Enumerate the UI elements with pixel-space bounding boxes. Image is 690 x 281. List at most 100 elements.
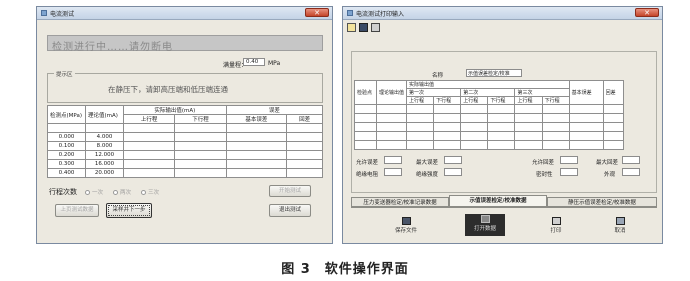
table-header-row: 检测点(MPa) 理论值(mA) 实际输出值(mA) 误差: [47, 105, 324, 124]
table-row: 0.300 16.000: [47, 159, 323, 169]
sealing-label: 密封性: [536, 172, 553, 178]
form-panel: 名称 示值误差检定/校准 检验点 理论输出值 实际输出值 基本误差 回差 第一次…: [351, 51, 657, 193]
pass-first: 第一次: [406, 88, 462, 97]
col-header-basic-error: 基本误差: [568, 80, 604, 105]
sub-header-up: 上行程: [122, 114, 176, 124]
app-icon: [347, 10, 353, 16]
trip-option-thrice-label: 三次: [148, 190, 160, 196]
right-titlebar: 电流测试打印输入: [343, 7, 662, 20]
open-data-icon: [480, 215, 490, 223]
cancel-label: 取消: [614, 228, 626, 234]
cell-theory: 20.000: [85, 168, 124, 178]
allow-hys-label: 允许回差: [532, 160, 555, 166]
tab-indication-error[interactable]: 示值误差检定/校准数据: [449, 195, 547, 207]
left-window: 电流测试 ✕ 检测进行中……请勿断电 满量程： 0.40 MPa 提示区 在静压…: [36, 6, 333, 244]
cell-point: 0.100: [47, 141, 86, 151]
pass-second: 第二次: [460, 88, 516, 97]
sample-next-button[interactable]: 采样并下一步: [106, 203, 152, 218]
table-row: 0.200 12.000: [47, 150, 323, 160]
figure-caption: 图 3 软件操作界面: [281, 262, 409, 277]
cell-point: 0.200: [47, 150, 86, 160]
table-row: [354, 104, 625, 114]
sealing-input[interactable]: [560, 168, 578, 176]
name-value: 示值误差检定/校准: [468, 71, 510, 77]
table-row: [47, 123, 323, 133]
cancel-button[interactable]: 取消: [601, 216, 639, 236]
print-label: 打印: [550, 228, 562, 234]
range-input[interactable]: 0.40: [243, 58, 265, 66]
tab-record-data[interactable]: 压力变送器检定/校准记录数据: [351, 197, 449, 207]
toolbar: [345, 21, 385, 35]
record-header-row: 检验点 理论输出值 实际输出值 基本误差 回差: [354, 80, 625, 105]
allow-err-input[interactable]: [384, 156, 402, 164]
col-header-hysteresis: 回差: [602, 80, 625, 105]
sub-header-basic-error: 基本误差: [225, 114, 288, 124]
cell-theory: 4.000: [85, 132, 124, 142]
status-banner: 检测进行中……请勿断电: [47, 35, 323, 53]
hint-group: 提示区 在静压下，请卸高压端和低压端连通: [47, 70, 323, 103]
table-row: [354, 113, 625, 123]
stroke-down: 下行程: [433, 96, 462, 105]
result-table: 检测点(MPa) 理论值(mA) 实际输出值(mA) 误差 上行程 下行程 基本…: [47, 105, 324, 178]
print-icon[interactable]: [371, 23, 380, 32]
trip-option-twice[interactable]: 两次: [113, 188, 131, 196]
left-titlebar: 电流测试: [37, 7, 332, 20]
cell-theory: 8.000: [85, 141, 124, 151]
range-value: 0.40: [246, 59, 259, 65]
table-row: 0.000 4.000: [47, 132, 323, 142]
open-data-label: 打开数据: [473, 226, 496, 232]
picture-icon[interactable]: [347, 23, 356, 32]
max-hys-input[interactable]: [622, 156, 640, 164]
stroke-up: 上行程: [514, 96, 543, 105]
range-unit: MPa: [268, 60, 281, 67]
col-header-theory: 理论值(mA): [85, 105, 124, 124]
cancel-icon: [615, 217, 625, 225]
cell-point: 0.000: [47, 132, 86, 142]
table-row: 0.100 8.000: [47, 141, 323, 151]
save-file-label: 保存文件: [394, 228, 417, 234]
cell-theory: 12.000: [85, 150, 124, 160]
close-icon[interactable]: ✕: [305, 8, 329, 17]
hint-group-title: 提示区: [54, 70, 75, 78]
stroke-down: 下行程: [541, 96, 570, 105]
table-row: [354, 122, 625, 132]
trip-option-once[interactable]: 一次: [85, 188, 103, 196]
radio-icon: [113, 190, 118, 195]
start-test-button[interactable]: 开始测试: [269, 185, 311, 197]
close-icon[interactable]: ✕: [635, 8, 659, 17]
stroke-up: 上行程: [406, 96, 435, 105]
print-button[interactable]: 打印: [537, 216, 575, 236]
max-err-input[interactable]: [444, 156, 462, 164]
prev-data-button[interactable]: 上页测试数据: [55, 204, 99, 217]
tab-baseline: [351, 207, 657, 208]
col-header-point: 检验点: [354, 80, 377, 105]
floppy-icon: [401, 217, 411, 225]
insulation-label: 绝缘电阻: [356, 172, 379, 178]
allow-hys-input[interactable]: [560, 156, 578, 164]
max-err-label: 最大误差: [416, 160, 439, 166]
save-file-button[interactable]: 保存文件: [387, 216, 425, 236]
hint-text: 在静压下，请卸高压端和低压端连通: [108, 85, 228, 94]
trip-option-twice-label: 两次: [120, 190, 132, 196]
status-text: 检测进行中……请勿断电: [52, 42, 173, 53]
open-data-button[interactable]: 打开数据: [465, 214, 505, 236]
cell-theory: 16.000: [85, 159, 124, 169]
cell-point: 0.400: [47, 168, 86, 178]
insulation-strength-input[interactable]: [444, 168, 462, 176]
radio-icon: [85, 190, 90, 195]
record-table: 检验点 理论输出值 实际输出值 基本误差 回差 第一次 第二次 第三次 上行程 …: [354, 80, 625, 150]
max-hys-label: 最大回差: [596, 160, 619, 166]
trip-option-once-label: 一次: [92, 190, 104, 196]
insulation-strength-label: 绝缘强度: [416, 172, 439, 178]
name-input[interactable]: 示值误差检定/校准: [466, 69, 522, 77]
trip-option-thrice[interactable]: 三次: [141, 188, 159, 196]
appearance-input[interactable]: [622, 168, 640, 176]
exit-test-button[interactable]: 退出测试: [269, 204, 311, 217]
insulation-input[interactable]: [384, 168, 402, 176]
col-header-theory: 理论输出值: [375, 80, 408, 105]
table-row: [354, 131, 625, 141]
tab-static-pressure[interactable]: 静压示值误差检定/校准数据: [547, 197, 657, 207]
appearance-label: 外观: [604, 172, 616, 178]
save-icon[interactable]: [359, 23, 368, 32]
left-window-title: 电流测试: [50, 10, 75, 18]
